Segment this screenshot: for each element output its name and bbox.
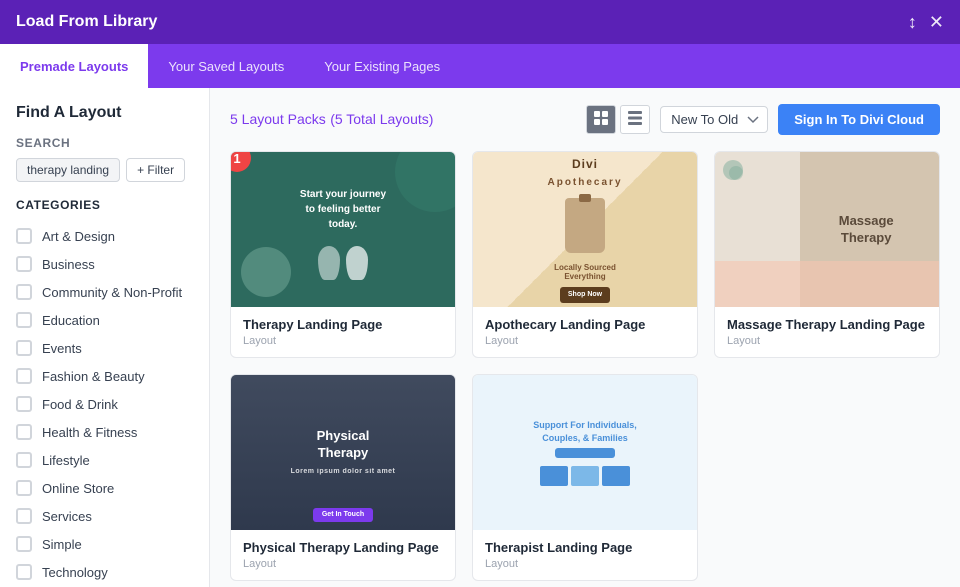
card-info-therapy: Therapy Landing Page Layout	[231, 307, 455, 357]
category-checkbox-fashion[interactable]	[16, 368, 32, 384]
category-item-health[interactable]: Health & Fitness	[0, 418, 209, 446]
category-item-online[interactable]: Online Store	[0, 474, 209, 502]
search-pill: therapy landing + Filter	[16, 158, 193, 182]
content-area: 5 Layout Packs (5 Total Layouts) New To …	[210, 88, 960, 587]
main-layout: Find A Layout Search therapy landing + F…	[0, 88, 960, 587]
category-checkbox-technology[interactable]	[16, 564, 32, 580]
sort-select[interactable]: New To Old Old To New A to Z Z to A	[660, 106, 768, 133]
layout-card-massage[interactable]: MassageTherapy Massage Therapy Landing P…	[714, 151, 940, 358]
layout-card-therapy[interactable]: 1 Start your journeyto feeling bettertod…	[230, 151, 456, 358]
card-title-physical: Physical Therapy Landing Page	[243, 540, 443, 555]
card-info-massage: Massage Therapy Landing Page Layout	[715, 307, 939, 357]
card-title-massage: Massage Therapy Landing Page	[727, 317, 927, 332]
category-checkbox-lifestyle[interactable]	[16, 452, 32, 468]
category-checkbox-simple[interactable]	[16, 536, 32, 552]
content-header: 5 Layout Packs (5 Total Layouts) New To …	[230, 104, 940, 135]
card-thumbnail-therapist: Support For Individuals,Couples, & Famil…	[473, 375, 697, 530]
tabs-bar: Premade Layouts Your Saved Layouts Your …	[0, 44, 960, 88]
tab-premade[interactable]: Premade Layouts	[0, 44, 148, 88]
card-sub-therapy: Layout	[243, 335, 443, 347]
category-checkbox-events[interactable]	[16, 340, 32, 356]
layout-count: 5 Layout Packs (5 Total Layouts)	[230, 111, 433, 129]
card-thumbnail-physical: PhysicalTherapy Lorem ipsum dolor sit am…	[231, 375, 455, 530]
layout-card-therapist[interactable]: Support For Individuals,Couples, & Famil…	[472, 374, 698, 581]
card-sub-massage: Layout	[727, 335, 927, 347]
list-view-button[interactable]	[620, 105, 650, 134]
categories-label: Categories	[16, 198, 193, 212]
dialog-title: Load From Library	[16, 13, 157, 31]
card-info-apothecary: Apothecary Landing Page Layout	[473, 307, 697, 357]
category-item-business[interactable]: Business	[0, 250, 209, 278]
card-sub-physical: Layout	[243, 558, 443, 570]
category-checkbox-business[interactable]	[16, 256, 32, 272]
tab-saved[interactable]: Your Saved Layouts	[148, 44, 304, 88]
category-item-events[interactable]: Events	[0, 334, 209, 362]
category-checkbox-online[interactable]	[16, 480, 32, 496]
find-layout-title: Find A Layout	[16, 104, 193, 122]
card-title-therapy: Therapy Landing Page	[243, 317, 443, 332]
grid-view-button[interactable]	[586, 105, 616, 134]
card-sub-apothecary: Layout	[485, 335, 685, 347]
category-item-simple[interactable]: Simple	[0, 530, 209, 558]
category-item-technology[interactable]: Technology	[0, 558, 209, 586]
card-info-physical: Physical Therapy Landing Page Layout	[231, 530, 455, 580]
search-tag[interactable]: therapy landing	[16, 158, 120, 182]
header-right: New To Old Old To New A to Z Z to A Sign…	[586, 104, 940, 135]
title-bar: Load From Library ↕ ✕	[0, 0, 960, 44]
category-checkbox-food[interactable]	[16, 396, 32, 412]
title-bar-actions: ↕ ✕	[908, 12, 944, 33]
card-thumbnail-apothecary: Divi Apothecary Locally SourcedEverythin…	[473, 152, 697, 307]
categories-list: Art & Design Business Community & Non-Pr…	[0, 222, 209, 586]
card-thumbnail-massage: MassageTherapy	[715, 152, 939, 307]
card-title-therapist: Therapist Landing Page	[485, 540, 685, 555]
tab-existing[interactable]: Your Existing Pages	[304, 44, 460, 88]
category-checkbox-art[interactable]	[16, 228, 32, 244]
close-icon[interactable]: ✕	[929, 12, 944, 33]
category-checkbox-community[interactable]	[16, 284, 32, 300]
layout-grid: 1 Start your journeyto feeling bettertod…	[230, 151, 940, 581]
card-info-therapist: Therapist Landing Page Layout	[473, 530, 697, 580]
layout-card-apothecary[interactable]: Divi Apothecary Locally SourcedEverythin…	[472, 151, 698, 358]
category-checkbox-services[interactable]	[16, 508, 32, 524]
category-checkbox-education[interactable]	[16, 312, 32, 328]
view-toggle	[586, 105, 650, 134]
category-item-community[interactable]: Community & Non-Profit	[0, 278, 209, 306]
sign-in-button[interactable]: Sign In To Divi Cloud	[778, 104, 940, 135]
card-title-apothecary: Apothecary Landing Page	[485, 317, 685, 332]
filter-button[interactable]: + Filter	[126, 158, 185, 182]
category-item-food[interactable]: Food & Drink	[0, 390, 209, 418]
layout-card-physical[interactable]: PhysicalTherapy Lorem ipsum dolor sit am…	[230, 374, 456, 581]
card-sub-therapist: Layout	[485, 558, 685, 570]
category-checkbox-health[interactable]	[16, 424, 32, 440]
sort-icon[interactable]: ↕	[908, 12, 917, 33]
category-item-services[interactable]: Services	[0, 502, 209, 530]
card-thumbnail-therapy: Start your journeyto feeling bettertoday…	[231, 152, 455, 307]
category-item-education[interactable]: Education	[0, 306, 209, 334]
sidebar: Find A Layout Search therapy landing + F…	[0, 88, 210, 587]
category-item-art[interactable]: Art & Design	[0, 222, 209, 250]
category-item-lifestyle[interactable]: Lifestyle	[0, 446, 209, 474]
category-item-fashion[interactable]: Fashion & Beauty	[0, 362, 209, 390]
search-label: Search	[16, 136, 193, 150]
